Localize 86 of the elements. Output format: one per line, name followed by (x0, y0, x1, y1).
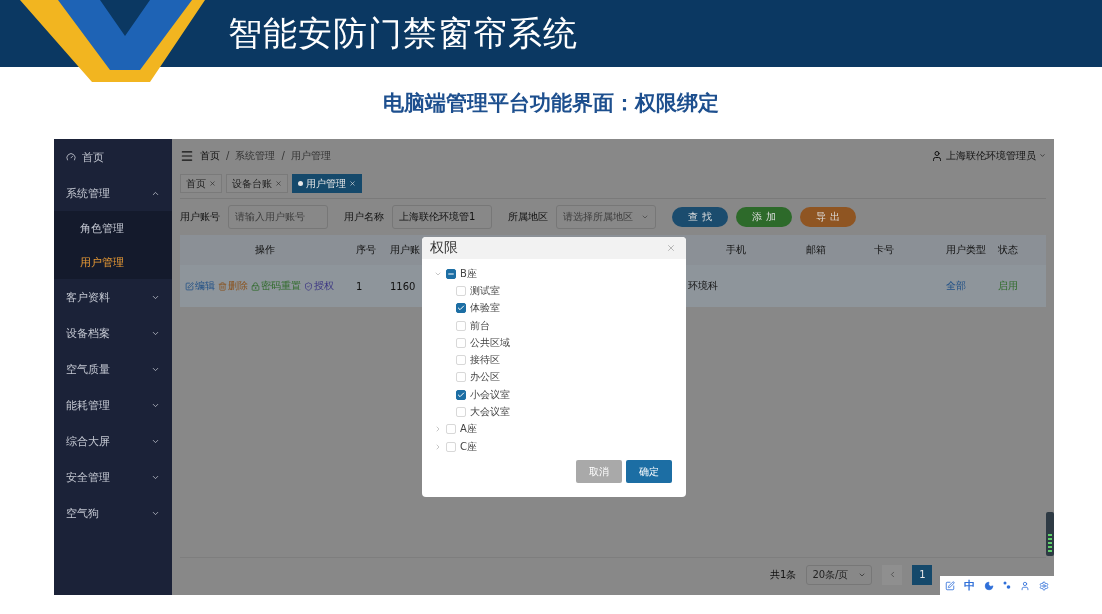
tab[interactable]: 用户管理 (292, 174, 362, 193)
check-icon (457, 304, 465, 313)
tree-item-label[interactable]: 前台 (470, 318, 490, 333)
row-action-link[interactable]: 授权 (304, 279, 334, 293)
column-header: 用户账 (389, 243, 421, 257)
sidebar-item[interactable]: 空气质量 (54, 351, 172, 387)
action-button[interactable]: 查 找 (672, 207, 728, 227)
punctuation-icon[interactable] (1003, 580, 1012, 591)
page-button[interactable]: 1 (912, 564, 933, 585)
action-button[interactable]: 导 出 (800, 207, 856, 227)
sidebar-item[interactable]: 能耗管理 (54, 387, 172, 423)
sidebar-item[interactable]: 综合大屏 (54, 423, 172, 459)
slide-subtitle: 电脑端管理平台功能界面：权限绑定 (383, 90, 719, 117)
table-cell: 1 (356, 280, 363, 292)
sidebar-item[interactable]: 客户资料 (54, 279, 172, 315)
tree-item-label[interactable]: 公共区域 (470, 335, 510, 350)
tree-item-label[interactable]: A座 (460, 422, 477, 437)
settings-icon[interactable] (1039, 580, 1050, 591)
close-icon[interactable] (666, 243, 676, 253)
tree-item-label[interactable]: C座 (460, 439, 477, 454)
column-header: 邮箱 (805, 243, 827, 257)
checkbox[interactable] (446, 268, 456, 279)
tree-item-label[interactable]: 大会议室 (470, 405, 510, 419)
page-size-select[interactable]: 20条/页 (806, 564, 873, 585)
tree-item-label[interactable]: B座 (460, 266, 477, 281)
breadcrumb-separator: / (226, 150, 230, 161)
table-cell: 环境科 (688, 279, 718, 293)
dashboard-icon (66, 152, 76, 162)
chevron-down-icon (641, 213, 649, 221)
tab[interactable]: 设备台账 (226, 174, 288, 193)
caret-right-icon[interactable] (434, 425, 442, 434)
confirm-button[interactable]: 确定 (626, 460, 672, 483)
total-count: 共1条 (770, 567, 797, 582)
lock-icon (251, 281, 260, 291)
column-header: 状态 (997, 243, 1019, 257)
column-header: 手机 (725, 243, 747, 257)
column-header: 序号 (355, 243, 377, 257)
trash-icon (218, 281, 227, 291)
menu-icon[interactable] (180, 148, 194, 163)
sidebar-item[interactable]: 首页 (54, 139, 172, 175)
ime-mode-toggle[interactable]: 中 (963, 578, 975, 593)
input-field[interactable]: 上海联伦环境管1 (392, 205, 492, 229)
breadcrumb-link[interactable]: 首页 (200, 148, 220, 163)
breadcrumb-link[interactable]: 系统管理 (235, 148, 276, 163)
close-icon[interactable] (209, 180, 216, 187)
field-label: 用户名称 (344, 210, 384, 224)
edit-icon[interactable] (944, 580, 955, 591)
sidebar-item[interactable]: 空气狗 (54, 495, 172, 531)
dialog-title: 权限 (430, 239, 458, 257)
check-icon (457, 390, 465, 399)
table-cell: 启用 (998, 279, 1018, 293)
checkbox[interactable] (456, 303, 466, 314)
table-cell: 全部 (946, 279, 966, 293)
user-icon[interactable] (1020, 580, 1031, 591)
level-meter-icon (1046, 512, 1054, 556)
user-icon (931, 149, 943, 162)
previous-page-button[interactable] (882, 564, 903, 585)
caret-icon (1039, 152, 1046, 159)
tab[interactable]: 首页 (180, 174, 222, 193)
column-header: 操作 (254, 243, 276, 257)
column-header: 用户类型 (945, 243, 987, 257)
field-label: 所属地区 (508, 210, 548, 224)
sidebar-item[interactable]: 设备档案 (54, 315, 172, 351)
field-label: 用户账号 (180, 210, 220, 224)
sidebar-item[interactable]: 系统管理 (54, 175, 172, 211)
submenu-item[interactable]: 角色管理 (54, 211, 172, 245)
moon-icon[interactable] (983, 580, 994, 591)
tree-item-label[interactable]: 办公区 (470, 370, 500, 385)
checkbox[interactable] (456, 389, 466, 400)
edit-icon (185, 281, 194, 291)
action-button[interactable]: 添 加 (736, 207, 792, 227)
breadcrumb-separator: / (281, 150, 285, 161)
breadcrumb-link[interactable]: 用户管理 (290, 148, 331, 163)
submenu-item[interactable]: 用户管理 (54, 245, 172, 279)
close-icon[interactable] (275, 180, 282, 187)
slide-title: 智能安防门禁窗帘系统 (228, 11, 578, 55)
tree-item-label[interactable]: 体验室 (470, 301, 500, 316)
tree-item-label[interactable]: 测试室 (470, 283, 500, 298)
table-cell: 1160 (390, 280, 416, 292)
user-menu[interactable]: 上海联伦环境管理员 (931, 148, 1046, 163)
shield-icon (304, 281, 313, 291)
tree-item-label[interactable]: 接待区 (470, 353, 500, 368)
sidebar-item[interactable]: 安全管理 (54, 459, 172, 495)
tree-item-label[interactable]: 小会议室 (470, 387, 510, 402)
caret-right-icon[interactable] (434, 442, 442, 451)
column-header: 卡号 (873, 243, 895, 257)
